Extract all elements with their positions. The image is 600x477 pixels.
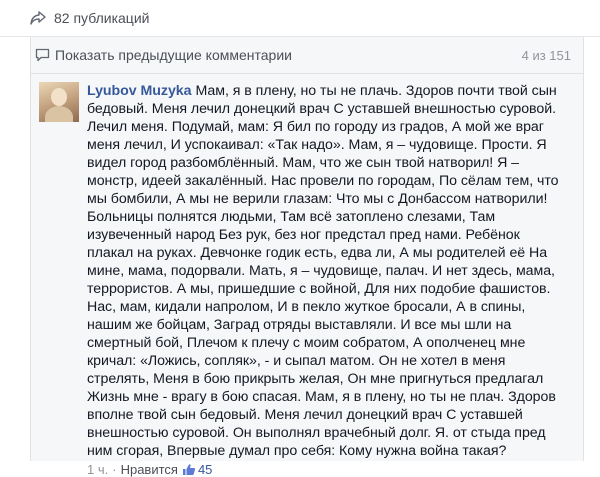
likes-count[interactable]: 45 (198, 462, 212, 477)
comment-text: Мам, я в плену, но ты не плачь. Здоров п… (87, 83, 559, 459)
thumbs-up-icon (182, 463, 196, 476)
meta-separator: · (112, 462, 117, 477)
avatar[interactable] (39, 82, 79, 122)
share-count-label[interactable]: 82 публикаций (54, 10, 149, 26)
like-button[interactable]: Нравится (121, 462, 178, 477)
share-count-bar[interactable]: 82 публикаций (0, 0, 600, 37)
show-previous-comments-link[interactable]: Показать предыдущие комментарии (55, 47, 522, 63)
comment-count: 4 из 151 (521, 47, 571, 63)
comment-author[interactable]: Lyubov Muzyka (87, 83, 192, 99)
comment-meta: 1 ч. · Нравится 45 (87, 462, 577, 477)
comment-body: Lyubov Muzyka Мам, я в плену, но ты не пл… (87, 82, 577, 477)
comment-time[interactable]: 1 ч. (87, 462, 108, 477)
comment-item: Lyubov Muzyka Мам, я в плену, но ты не пл… (31, 74, 583, 477)
share-arrow-icon (30, 11, 50, 25)
comments-panel: Показать предыдущие комментарии 4 из 151… (30, 37, 584, 477)
previous-comments-row: Показать предыдущие комментарии 4 из 151 (31, 37, 583, 74)
comment-content: Lyubov Muzyka Мам, я в плену, но ты не пл… (87, 82, 577, 460)
comment-bubble-icon (35, 48, 55, 62)
